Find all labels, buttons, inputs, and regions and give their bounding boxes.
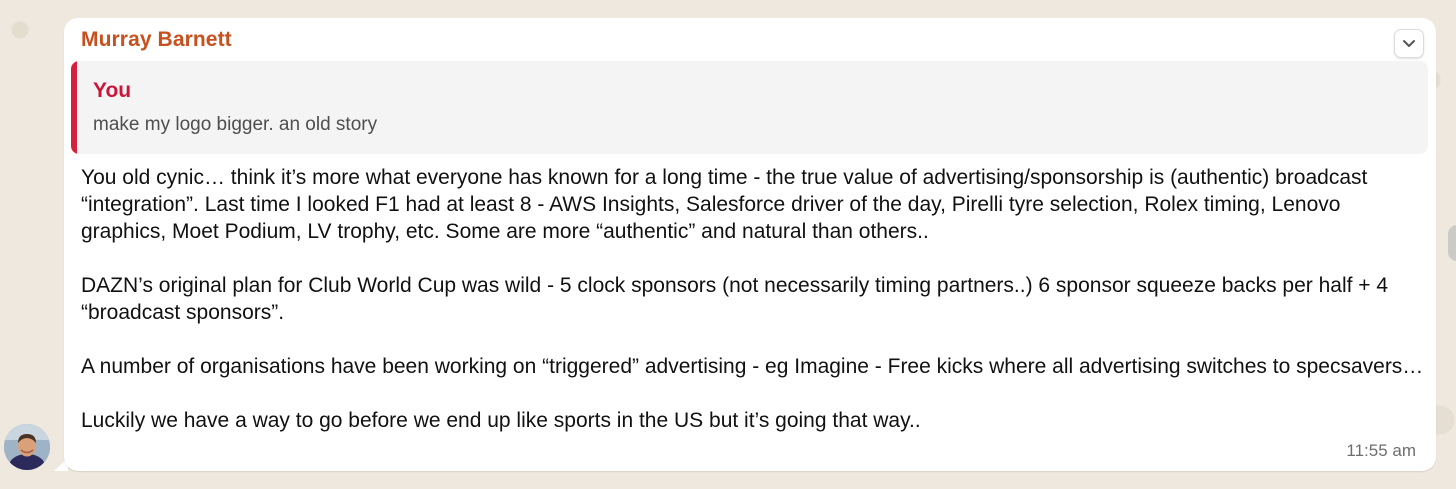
message-timestamp: 11:55 am	[1346, 441, 1416, 460]
quote-accent-bar	[71, 61, 77, 154]
message-paragraph: You old cynic… think it’s more what ever…	[81, 166, 1368, 243]
message-bubble[interactable]: Murray Barnett You make my logo bigger. …	[64, 18, 1436, 471]
sender-name[interactable]: Murray Barnett	[81, 28, 232, 52]
quoted-message[interactable]: You make my logo bigger. an old story	[71, 61, 1428, 154]
message-menu-button[interactable]	[1394, 29, 1424, 58]
scroll-to-bottom-handle[interactable]	[1448, 225, 1456, 261]
quote-author: You	[93, 79, 132, 102]
user-avatar	[4, 424, 50, 470]
message-paragraph: DAZN’s original plan for Club World Cup …	[81, 274, 1389, 324]
sender-avatar[interactable]	[4, 424, 50, 470]
message-paragraph: Luckily we have a way to go before we en…	[81, 409, 921, 432]
quote-text: make my logo bigger. an old story	[93, 114, 378, 135]
message-body: You old cynic… think it’s more what ever…	[81, 164, 1426, 461]
message-paragraph: A number of organisations have been work…	[81, 355, 1424, 378]
chevron-down-icon	[1403, 39, 1415, 47]
